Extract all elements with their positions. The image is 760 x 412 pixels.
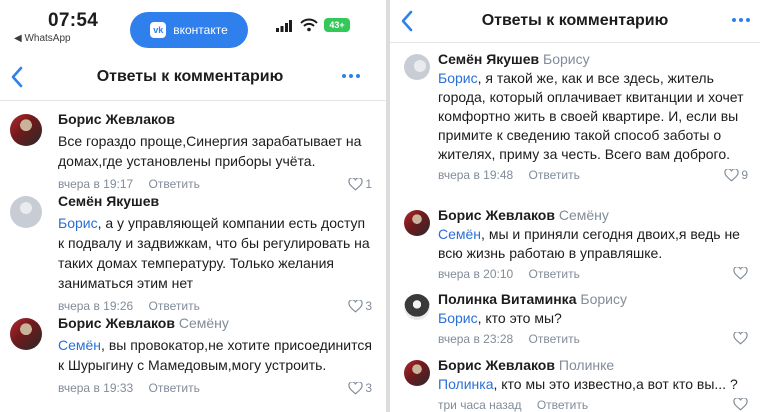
comment-text: Семён, вы провокатор,не хотите присоедин… xyxy=(58,335,372,375)
boris-avatar[interactable] xyxy=(404,210,430,236)
reply-to-label[interactable]: Борису xyxy=(580,291,627,307)
more-options-icon[interactable] xyxy=(732,18,750,22)
comment-text: Все гораздо проще,Синергия зарабатывает … xyxy=(58,131,372,171)
reply-button[interactable]: Ответить xyxy=(149,381,200,395)
page-title: Ответы к комментарию xyxy=(481,12,669,29)
heart-icon xyxy=(348,381,363,395)
comment-time: вчера в 19:17 xyxy=(58,177,134,191)
wifi-icon xyxy=(300,18,318,32)
left-screenshot: 07:54 ◀ WhatsApp vk вконтакте 43+ Ответы… xyxy=(0,0,386,412)
mention-link[interactable]: Борис xyxy=(438,70,478,86)
like-button[interactable] xyxy=(733,332,748,345)
comment-author[interactable]: Полинка Витаминка xyxy=(438,291,576,307)
comment-body: , мы и приняли сегодня двоих,я ведь не в… xyxy=(438,226,740,261)
comment-author[interactable]: Борис Жевлаков xyxy=(438,357,555,373)
comment-body: , кто мы это известно,а вот кто вы... ? xyxy=(493,376,738,392)
reply-to-label[interactable]: Семёну xyxy=(559,207,609,223)
comment-text: Семён, мы и приняли сегодня двоих,я ведь… xyxy=(438,225,748,263)
like-button[interactable]: 3 xyxy=(348,381,372,395)
boris-avatar[interactable] xyxy=(404,360,430,386)
comment-author[interactable]: Семён Якушев xyxy=(58,193,159,209)
reply-button[interactable]: Ответить xyxy=(529,168,580,182)
comment-time: вчера в 19:26 xyxy=(58,299,134,313)
reply-button[interactable]: Ответить xyxy=(537,398,588,412)
like-count: 3 xyxy=(365,381,372,395)
comment-text: Борис, кто это мы? xyxy=(438,309,748,328)
like-button[interactable] xyxy=(733,398,748,411)
mention-link[interactable]: Борис xyxy=(438,310,478,326)
comment-author[interactable]: Борис Жевлаков xyxy=(438,207,555,223)
comment-author[interactable]: Семён Якушев xyxy=(438,51,539,67)
comment-time: вчера в 19:33 xyxy=(58,381,134,395)
mention-link[interactable]: Борис xyxy=(58,215,98,231)
reply-to-label[interactable]: Семёну xyxy=(179,315,229,331)
like-button[interactable]: 1 xyxy=(348,177,372,191)
comment-body: , кто это мы? xyxy=(477,310,562,326)
comment-author[interactable]: Борис Жевлаков xyxy=(58,315,175,331)
vk-logo-icon: vk xyxy=(150,22,167,38)
back-to-app-link[interactable]: ◀ WhatsApp xyxy=(14,33,71,44)
like-count: 1 xyxy=(365,177,372,191)
reply-button[interactable]: Ответить xyxy=(529,332,580,346)
boris-avatar[interactable] xyxy=(10,318,42,350)
header-divider xyxy=(390,42,760,43)
comment-time: вчера в 19:48 xyxy=(438,168,514,182)
heart-icon xyxy=(724,168,739,182)
boris-avatar[interactable] xyxy=(10,114,42,146)
mention-link[interactable]: Семён xyxy=(58,337,101,353)
comment-time: три часа назад xyxy=(438,398,522,412)
mention-link[interactable]: Семён xyxy=(438,226,481,242)
comment-body: Все гораздо проще,Синергия зарабатывает … xyxy=(58,133,362,169)
heart-icon xyxy=(348,299,363,313)
page-header: Ответы к комментарию xyxy=(0,60,386,96)
like-button[interactable] xyxy=(733,267,748,280)
comment-body: , я такой же, как и все здесь, житель го… xyxy=(438,70,744,162)
comment-text: Борис, а у управляющей компании есть дос… xyxy=(58,213,372,293)
like-count: 3 xyxy=(365,299,372,313)
comment-body: , вы провокатор,не хотите присоединится … xyxy=(58,337,372,373)
polina-avatar[interactable] xyxy=(404,294,430,320)
right-screenshot: Ответы к комментарию Семён Якушев Борису… xyxy=(390,0,760,412)
reply-to-label[interactable]: Полинке xyxy=(559,357,614,373)
page-title: Ответы к комментарию xyxy=(96,68,284,85)
comment-text: Полинка, кто мы это известно,а вот кто в… xyxy=(438,375,748,394)
reply-to-label[interactable]: Борису xyxy=(543,51,590,67)
heart-icon xyxy=(348,177,363,191)
mention-link[interactable]: Полинка xyxy=(438,376,493,392)
status-bar: 07:54 ◀ WhatsApp vk вконтакте 43+ xyxy=(0,0,386,54)
more-options-icon[interactable] xyxy=(342,74,360,78)
page-header: Ответы к комментарию xyxy=(390,4,760,40)
heart-icon xyxy=(733,398,748,411)
comment-time: вчера в 20:10 xyxy=(438,267,514,281)
header-divider xyxy=(0,100,386,101)
like-button[interactable]: 3 xyxy=(348,299,372,313)
vk-activity-pill[interactable]: vk вконтакте xyxy=(130,12,248,48)
battery-icon: 43+ xyxy=(324,18,350,32)
reply-button[interactable]: Ответить xyxy=(529,267,580,281)
comment-body: , а у управляющей компании есть доступ к… xyxy=(58,215,370,291)
reply-button[interactable]: Ответить xyxy=(149,177,200,191)
status-time: 07:54 xyxy=(48,10,99,31)
reply-button[interactable]: Ответить xyxy=(149,299,200,313)
comment-text: Борис, я такой же, как и все здесь, жите… xyxy=(438,69,748,164)
vk-pill-label: вконтакте xyxy=(173,23,228,37)
heart-icon xyxy=(733,267,748,280)
like-button[interactable]: 9 xyxy=(724,168,748,182)
comment-time: вчера в 23:28 xyxy=(438,332,514,346)
like-count: 9 xyxy=(741,168,748,182)
semen-avatar[interactable] xyxy=(10,196,42,228)
comment-author[interactable]: Борис Жевлаков xyxy=(58,111,175,127)
signal-icon xyxy=(276,20,292,32)
heart-icon xyxy=(733,332,748,345)
semen-avatar[interactable] xyxy=(404,54,430,80)
